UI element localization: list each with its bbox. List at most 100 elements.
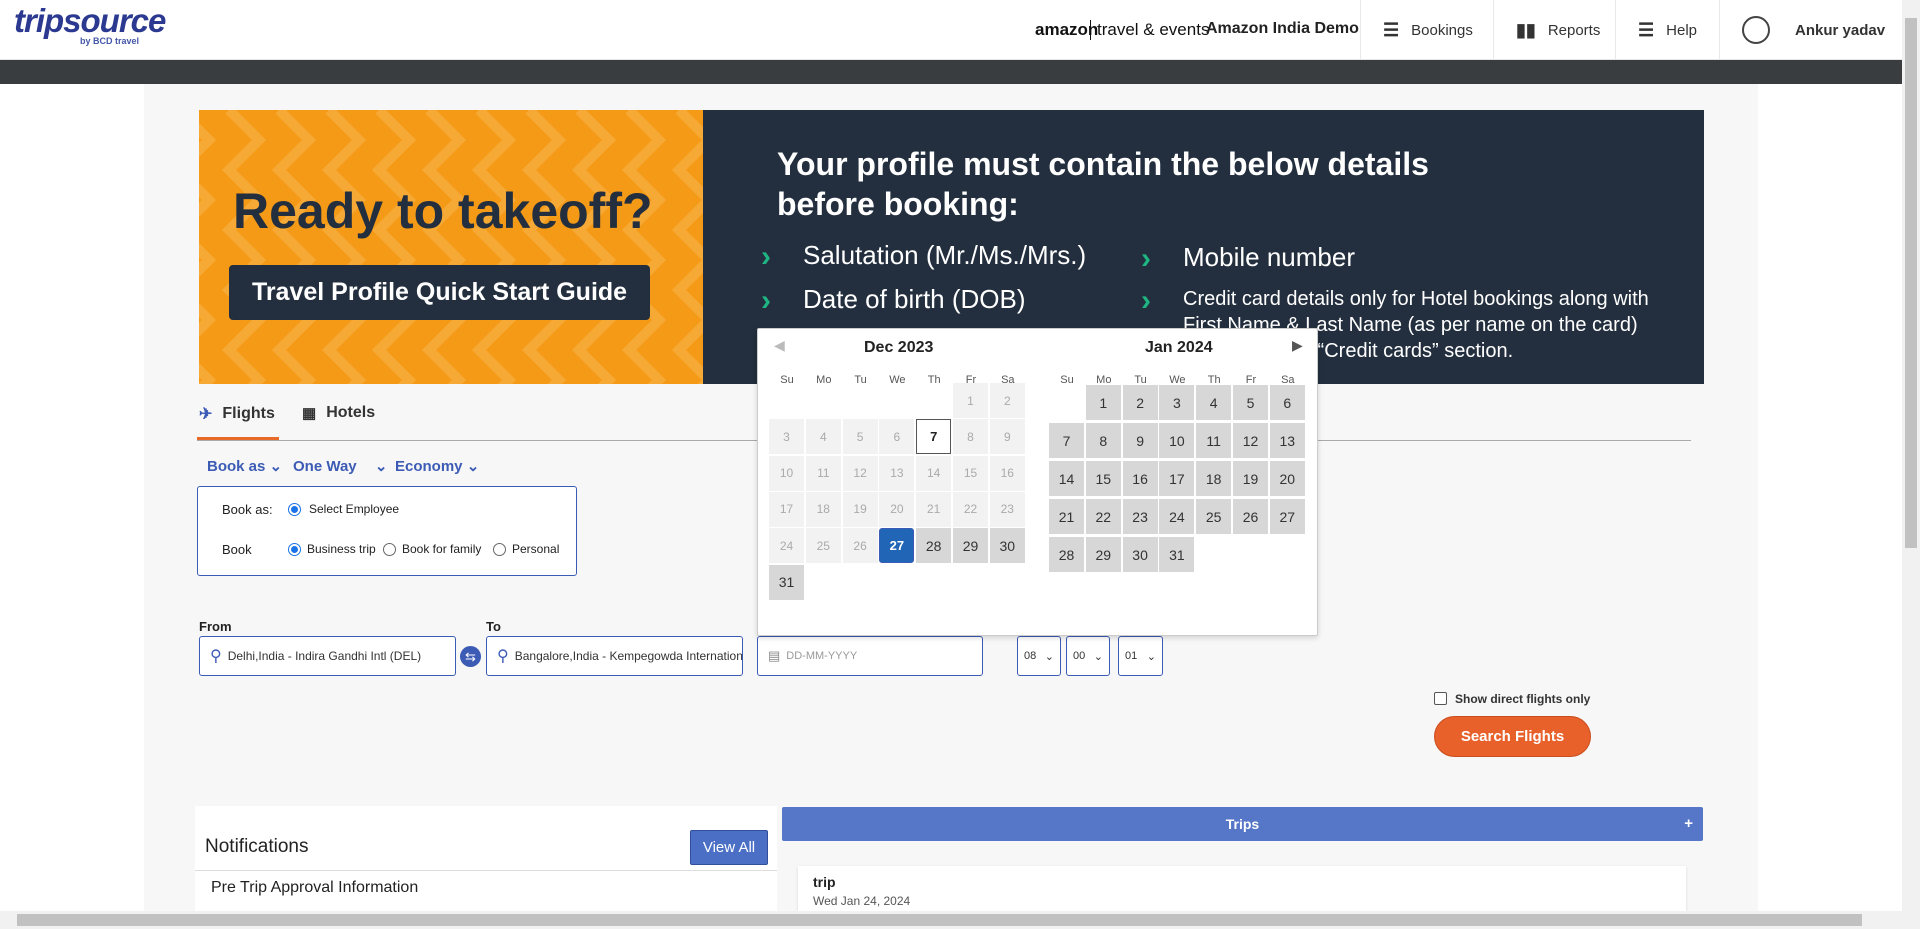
business-trip-radio[interactable] bbox=[288, 543, 301, 556]
active-tab-underline bbox=[197, 437, 279, 440]
book-for-family-radio[interactable] bbox=[383, 543, 396, 556]
calendar-day[interactable]: 9 bbox=[1122, 423, 1158, 458]
calendar-day[interactable]: 8 bbox=[1085, 423, 1121, 458]
calendar-day[interactable]: 21 bbox=[1049, 499, 1084, 534]
prev-month-icon[interactable]: ◀ bbox=[774, 337, 785, 354]
banner-item: Salutation (Mr./Ms./Mrs.) bbox=[803, 240, 1087, 270]
calendar-day[interactable]: 11 bbox=[1196, 423, 1232, 458]
trip-card-title: trip bbox=[813, 874, 836, 890]
calendar-day[interactable]: 27 bbox=[1269, 499, 1305, 534]
nav-bar bbox=[0, 60, 1902, 84]
minute-select[interactable]: 00 ⌄ bbox=[1066, 636, 1110, 676]
calendar-day[interactable]: 2 bbox=[1122, 385, 1158, 420]
calendar-day[interactable]: 30 bbox=[1122, 537, 1158, 572]
direct-flights-checkbox[interactable] bbox=[1434, 692, 1447, 705]
personal-radio[interactable] bbox=[493, 543, 506, 556]
chevron-right-icon: › bbox=[1141, 284, 1151, 317]
calendar-day[interactable]: 24 bbox=[1159, 499, 1195, 534]
passenger-select[interactable]: 01 ⌄ bbox=[1118, 636, 1163, 676]
to-label: To bbox=[486, 619, 501, 634]
next-month-icon[interactable]: ▶ bbox=[1292, 337, 1303, 354]
day-of-week-label: Tu bbox=[854, 374, 867, 386]
tab-hotels[interactable]: ▦ Hotels bbox=[302, 404, 375, 422]
calendar-day[interactable]: 22 bbox=[1085, 499, 1121, 534]
book-as-label: Book as: bbox=[222, 502, 273, 517]
right-month-title: Jan 2024 bbox=[1145, 339, 1213, 356]
book-as-dropdown[interactable]: Book as ⌄ bbox=[207, 457, 282, 475]
book-for-family-label: Book for family bbox=[402, 542, 482, 556]
personal-label: Personal bbox=[512, 542, 560, 556]
calendar-day[interactable]: 31 bbox=[769, 564, 804, 600]
day-of-week-label: Su bbox=[780, 374, 794, 386]
search-flights-button[interactable]: Search Flights bbox=[1434, 716, 1591, 757]
tripsource-logo[interactable]: tripsource bbox=[14, 2, 166, 40]
cabin-label: Economy bbox=[395, 458, 463, 475]
calendar-day[interactable]: 12 bbox=[1233, 423, 1268, 458]
calendar-day[interactable]: 28 bbox=[1049, 537, 1084, 572]
minute-value: 00 bbox=[1073, 650, 1086, 662]
chevron-right-icon: › bbox=[761, 240, 771, 273]
calendar-day[interactable]: 17 bbox=[1159, 461, 1195, 496]
calendar-day[interactable]: 23 bbox=[1122, 499, 1158, 534]
to-input[interactable]: ⚲ Bangalore,India - Kempegowda Internati… bbox=[486, 636, 743, 676]
calendar-day[interactable]: 18 bbox=[1196, 461, 1232, 496]
vertical-scrollbar-thumb[interactable] bbox=[1905, 18, 1917, 548]
business-trip-label: Business trip bbox=[307, 542, 376, 556]
calendar-day[interactable]: 30 bbox=[989, 528, 1025, 564]
calendar-day[interactable]: 15 bbox=[1085, 461, 1121, 496]
calendar-day[interactable]: 16 bbox=[1122, 461, 1158, 496]
calendar-day[interactable]: 29 bbox=[1085, 537, 1121, 572]
chevron-down-icon: ⌄ bbox=[1146, 650, 1156, 663]
bookings-menu[interactable]: ☰ Bookings bbox=[1360, 0, 1493, 60]
calendar-day[interactable]: 26 bbox=[1233, 499, 1268, 534]
travel-events-label: travel & events bbox=[1090, 20, 1209, 40]
calendar-day: 19 bbox=[842, 491, 878, 527]
direct-flights-label: Show direct flights only bbox=[1455, 692, 1591, 706]
calendar-day[interactable]: 14 bbox=[1049, 461, 1084, 496]
help-menu[interactable]: ☰ Help bbox=[1615, 0, 1719, 60]
plane-icon: ✈ bbox=[199, 406, 213, 423]
hour-select[interactable]: 08 ⌄ bbox=[1017, 636, 1061, 676]
notification-item[interactable]: Pre Trip Approval Information bbox=[211, 879, 418, 897]
add-trip-icon[interactable]: + bbox=[1684, 815, 1693, 832]
swap-icon[interactable]: ⇆ bbox=[460, 646, 481, 667]
calendar-day[interactable]: 31 bbox=[1159, 537, 1195, 572]
from-value: Delhi,India - Indira Gandhi Intl (DEL) bbox=[227, 649, 422, 663]
calendar-day[interactable]: 13 bbox=[1269, 423, 1305, 458]
calendar-day: 4 bbox=[805, 419, 841, 455]
calendar-day[interactable]: 1 bbox=[1085, 385, 1121, 420]
horizontal-scrollbar-thumb[interactable] bbox=[17, 914, 1862, 926]
calendar-day[interactable]: 7 bbox=[1049, 423, 1084, 458]
calendar-day: 6 bbox=[879, 419, 915, 455]
chevron-down-icon: ⌄ bbox=[1093, 650, 1103, 663]
from-input[interactable]: ⚲ Delhi,India - Indira Gandhi Intl (DEL) bbox=[199, 636, 456, 676]
calendar-day[interactable]: 29 bbox=[953, 528, 988, 564]
calendar-day[interactable]: 6 bbox=[1269, 385, 1305, 420]
calendar-day[interactable]: 4 bbox=[1196, 385, 1232, 420]
cabin-dropdown[interactable]: Economy ⌄ bbox=[395, 457, 479, 475]
calendar-day[interactable]: 19 bbox=[1233, 461, 1268, 496]
calendar-day[interactable]: 28 bbox=[916, 528, 952, 564]
date-input[interactable]: ▤ DD-MM-YYYY bbox=[757, 636, 983, 676]
calendar-day: 23 bbox=[989, 491, 1025, 527]
reports-menu[interactable]: ▮▮ Reports bbox=[1493, 0, 1615, 60]
calendar-day[interactable]: 25 bbox=[1196, 499, 1232, 534]
calendar-day[interactable]: 20 bbox=[1269, 461, 1305, 496]
calendar-day: 10 bbox=[769, 455, 804, 491]
calendar-day: 12 bbox=[842, 455, 878, 491]
trips-title: Trips bbox=[1225, 816, 1260, 832]
select-employee-radio[interactable] bbox=[288, 503, 301, 516]
calendar-day: 16 bbox=[989, 455, 1025, 491]
chevron-pattern bbox=[199, 110, 703, 384]
user-menu[interactable]: Ankur yadav bbox=[1719, 0, 1902, 60]
calendar-day[interactable]: 5 bbox=[1233, 385, 1268, 420]
quick-start-guide-button[interactable]: Travel Profile Quick Start Guide bbox=[229, 265, 650, 320]
calendar-day: 26 bbox=[842, 528, 878, 564]
view-all-button[interactable]: View All bbox=[690, 830, 768, 865]
calendar-day[interactable]: 3 bbox=[1159, 385, 1195, 420]
calendar-day[interactable]: 27 bbox=[879, 528, 915, 564]
trip-type-dropdown[interactable]: One Way ⌄ bbox=[293, 457, 387, 475]
calendar-day[interactable]: 7 bbox=[916, 419, 952, 455]
calendar-day[interactable]: 10 bbox=[1159, 423, 1195, 458]
tab-flights[interactable]: ✈ Flights bbox=[199, 404, 275, 424]
